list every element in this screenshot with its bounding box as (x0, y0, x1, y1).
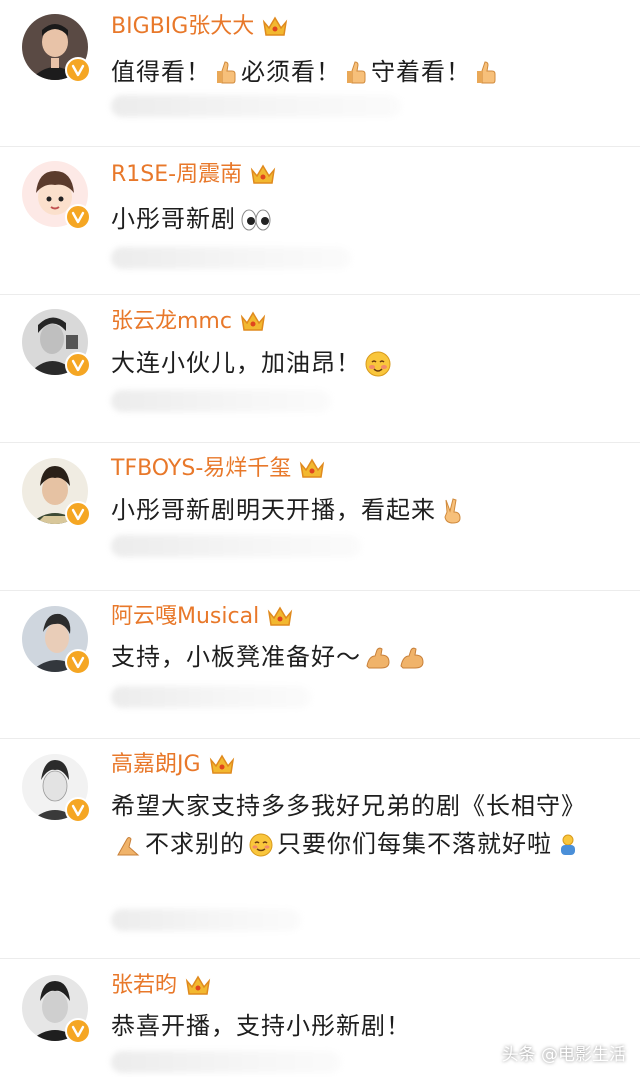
verified-badge (65, 352, 91, 378)
crown-icon (240, 310, 266, 334)
verified-badge (65, 204, 91, 230)
comment-text: 支持，小板凳准备好～ (111, 638, 611, 676)
comment-feed: BIGBIG张大大 值得看！ 必须看！ 守着看！ R1SE-周震南 小彤哥新剧 … (0, 0, 640, 1077)
username[interactable]: BIGBIG张大大 (111, 12, 254, 42)
crown-icon (299, 457, 325, 481)
blurred-metadata (111, 247, 351, 269)
verified-badge (65, 1018, 91, 1044)
blurred-metadata (111, 95, 401, 117)
thumbs-up-emoji (475, 61, 497, 85)
username[interactable]: TFBOYS-易烊千玺 (111, 454, 291, 484)
crown-icon (262, 15, 288, 39)
smiling-face-emoji (249, 833, 273, 857)
username[interactable]: 张若昀 (111, 971, 177, 1001)
verified-badge (65, 649, 91, 675)
username[interactable]: 张云龙mmc (111, 307, 232, 337)
avatar[interactable] (22, 606, 91, 675)
flexed-biceps-emoji (365, 646, 391, 670)
comment-item: 高嘉朗JG 希望大家支持多多我好兄弟的剧《长相守》 不求别的 只要你们每集不落就好啦 (0, 739, 640, 959)
username[interactable]: R1SE-周震南 (111, 160, 242, 190)
comment-item: 张云龙mmc 大连小伙儿，加油昂！ (0, 295, 640, 443)
blurred-metadata (111, 1051, 341, 1073)
victory-hand-emoji (440, 498, 464, 524)
blurred-metadata (111, 535, 361, 557)
avatar[interactable] (22, 975, 91, 1044)
comment-text: 希望大家支持多多我好兄弟的剧《长相守》 不求别的 只要你们每集不落就好啦 (111, 792, 586, 858)
hugging-person-emoji (556, 833, 580, 857)
crown-icon (267, 605, 293, 629)
comment-item: TFBOYS-易烊千玺 小彤哥新剧明天开播，看起来 (0, 443, 640, 591)
crown-icon (209, 753, 235, 777)
watermark: 头条 @电影生活 (501, 1045, 626, 1065)
avatar[interactable] (22, 754, 91, 823)
blurred-metadata (111, 909, 301, 931)
verified-badge (65, 57, 91, 83)
avatar[interactable] (22, 309, 91, 378)
thumbs-up-emoji (215, 61, 237, 85)
comment-text: 值得看！ 必须看！ 守着看！ (111, 53, 611, 91)
blushing-face-emoji (365, 351, 391, 377)
blurred-metadata (111, 686, 311, 708)
folded-hands-emoji (115, 833, 141, 857)
crown-icon (250, 163, 276, 187)
avatar[interactable] (22, 458, 91, 527)
comment-item: BIGBIG张大大 值得看！ 必须看！ 守着看！ (0, 0, 640, 147)
avatar[interactable] (22, 14, 91, 83)
comment-item: 阿云嘎Musical 支持，小板凳准备好～ (0, 591, 640, 739)
username[interactable]: 阿云嘎Musical (111, 602, 259, 632)
comment-text: 大连小伙儿，加油昂！ (111, 344, 611, 382)
thumbs-up-emoji (345, 61, 367, 85)
username[interactable]: 高嘉朗JG (111, 750, 201, 780)
verified-badge (65, 797, 91, 823)
verified-badge (65, 501, 91, 527)
comment-text: 小彤哥新剧明天开播，看起来 (111, 491, 611, 529)
eyes-emoji (240, 209, 272, 231)
flexed-biceps-emoji (399, 646, 425, 670)
blurred-metadata (111, 390, 331, 412)
comment-item: R1SE-周震南 小彤哥新剧 (0, 147, 640, 295)
avatar[interactable] (22, 161, 91, 230)
comment-text: 小彤哥新剧 (111, 200, 611, 238)
crown-icon (185, 974, 211, 998)
